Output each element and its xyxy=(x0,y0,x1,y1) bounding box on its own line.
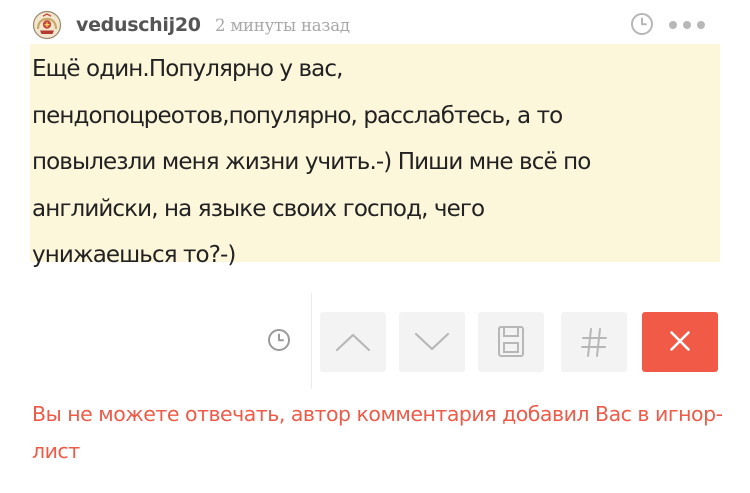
save-icon xyxy=(498,326,524,357)
close-icon xyxy=(670,331,690,351)
chevron-up-icon xyxy=(335,333,371,352)
clock-icon[interactable] xyxy=(266,327,292,353)
close-button[interactable] xyxy=(642,312,718,372)
upvote-button[interactable] xyxy=(320,312,386,372)
avatar[interactable] xyxy=(32,10,62,40)
timestamp[interactable]: 2 минуты назад xyxy=(215,15,350,37)
downvote-button[interactable] xyxy=(399,312,465,372)
more-icon[interactable] xyxy=(666,11,712,37)
link-button[interactable] xyxy=(561,312,627,372)
save-button[interactable] xyxy=(478,312,544,372)
comment-text: Ещё один.Популярно у вас, пендопоцреотов… xyxy=(32,56,591,268)
hash-icon xyxy=(581,328,607,357)
username[interactable]: veduschij20 xyxy=(76,13,201,37)
divider xyxy=(311,293,312,389)
chevron-down-icon xyxy=(414,332,450,351)
comment-body: Ещё один.Популярно у вас, пендопоцреотов… xyxy=(30,44,720,268)
clock-icon[interactable] xyxy=(629,11,655,37)
ignore-notice: Вы не можете отвечать, автор комментария… xyxy=(32,402,723,463)
comment-header: veduschij20 2 минуты назад xyxy=(32,10,722,40)
